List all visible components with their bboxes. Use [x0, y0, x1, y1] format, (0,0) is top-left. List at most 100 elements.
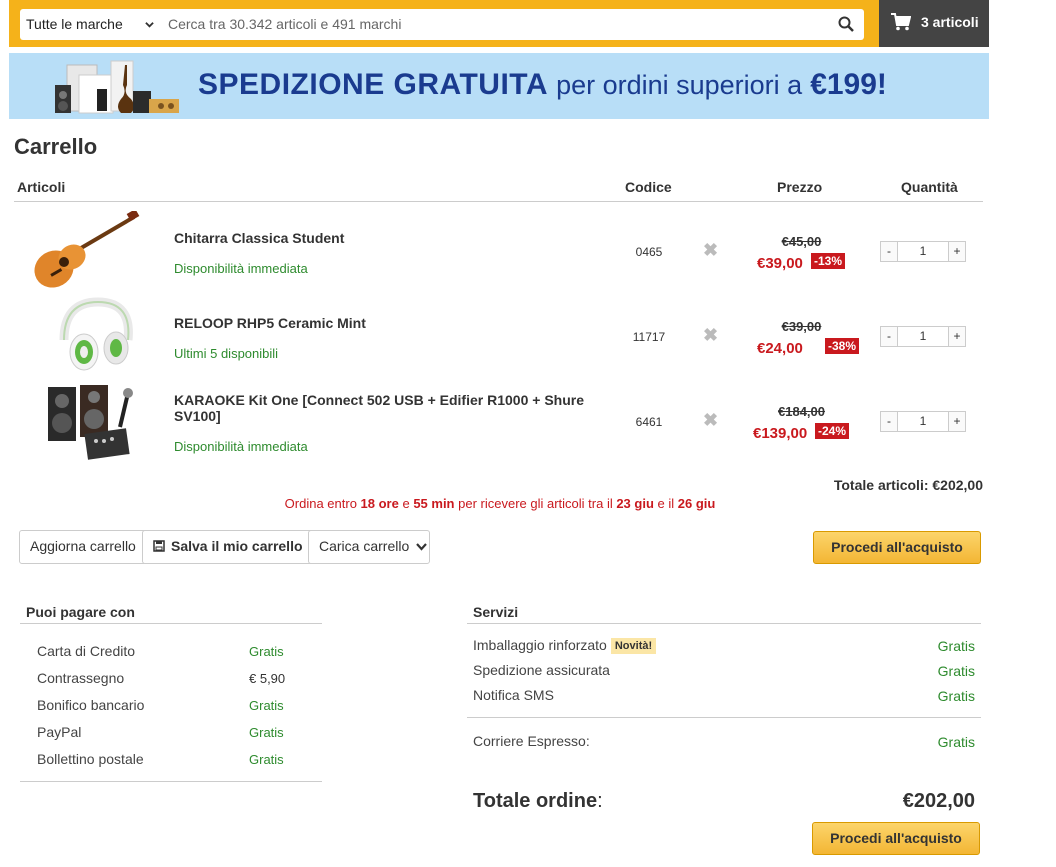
cart-count-label: 3 articoli [921, 14, 979, 30]
courier-label: Corriere Espresso: [473, 733, 590, 749]
product-availability: Disponibilità immediata [174, 261, 308, 276]
quantity-decrease-button[interactable]: - [881, 242, 898, 261]
payment-method-cost: Gratis [249, 698, 284, 713]
cart-row: Chitarra Classica Student Disponibilità … [14, 211, 983, 296]
service-label: Notifica SMS [473, 687, 554, 703]
delivery-text: Ordina entro [284, 496, 361, 511]
banner-middle-text: per ordini superiori a [556, 70, 803, 100]
delivery-text: e il [653, 496, 678, 511]
delivery-estimate: Ordina entro 18 ore e 55 min per ricever… [0, 496, 1000, 511]
product-code: 11717 [632, 330, 666, 344]
load-cart-label: Carica carrello [319, 538, 410, 554]
search-icon[interactable] [838, 16, 854, 32]
old-price: €39,00 [781, 319, 822, 334]
services-divider [467, 623, 981, 624]
payments-divider [20, 623, 322, 624]
order-total-colon: : [597, 790, 603, 812]
search-placeholder: Cerca tra 30.342 articoli e 491 marchi [168, 16, 402, 32]
update-cart-button[interactable]: Aggiorna carrello [19, 530, 147, 564]
discount-badge: -13% [811, 253, 846, 269]
order-total-text: Totale ordine [473, 790, 598, 812]
payment-method-label: Carta di Credito [37, 643, 136, 659]
quantity-increase-button[interactable]: + [948, 327, 965, 346]
service-cost: Gratis [937, 663, 975, 679]
brand-select[interactable]: Tutte le marche [20, 9, 160, 40]
remove-item-icon[interactable]: ✖ [703, 240, 718, 261]
product-availability: Ultimi 5 disponibili [174, 346, 279, 361]
update-cart-label: Aggiorna carrello [30, 538, 136, 554]
payment-method-cost: Gratis [249, 725, 284, 740]
search-input[interactable]: Cerca tra 30.342 articoli e 491 marchi [160, 9, 864, 40]
discount-badge: -24% [815, 423, 850, 439]
order-total-value: €202,00 [902, 790, 975, 812]
new-badge: Novità! [610, 638, 657, 655]
quantity-input[interactable]: 1 [899, 242, 947, 261]
current-price: €139,00 [753, 425, 808, 442]
remove-item-icon[interactable]: ✖ [703, 410, 718, 431]
top-search-bar: Tutte le marche Cerca tra 30.342 articol… [9, 0, 989, 47]
delivery-text: e [398, 496, 414, 511]
product-name[interactable]: RELOOP RHP5 Ceramic Mint [174, 315, 604, 331]
save-cart-label: Salva il mio carrello [171, 538, 303, 554]
delivery-text: per ricevere gli articoli tra il [454, 496, 617, 511]
current-price: €24,00 [757, 340, 803, 357]
headphones-product-image[interactable] [28, 296, 140, 376]
column-header-price: Prezzo [777, 179, 823, 195]
payment-method-label: Contrassegno [37, 670, 125, 686]
quantity-decrease-button[interactable]: - [881, 327, 898, 346]
guitar-product-image[interactable] [28, 211, 140, 293]
chevron-down-icon [145, 22, 154, 28]
products-illustration [55, 60, 179, 114]
banner-text: SPEDIZIONE GRATUITA per ordini superiori … [198, 68, 887, 102]
banner-bold-text: SPEDIZIONE GRATUITA [198, 68, 549, 101]
service-label: Spedizione assicurata [473, 662, 610, 678]
quantity-stepper: - 1 + [880, 241, 966, 262]
karaoke-kit-product-image[interactable] [28, 381, 140, 461]
delivery-hours: 18 ore [360, 496, 399, 511]
load-cart-dropdown[interactable]: Carica carrello [308, 530, 430, 564]
service-item: Imballaggio rinforzato Novità! [473, 637, 657, 655]
save-icon [153, 540, 165, 552]
services-title: Servizi [473, 604, 519, 620]
payment-method-cost: Gratis [249, 752, 284, 767]
remove-item-icon[interactable]: ✖ [703, 325, 718, 346]
cart-button[interactable]: 3 articoli [879, 0, 989, 47]
delivery-date-to: 26 giu [677, 496, 716, 511]
current-price: €39,00 [757, 255, 803, 272]
delivery-minutes: 55 min [413, 496, 455, 511]
old-price: €184,00 [778, 404, 825, 419]
cart-icon [891, 13, 911, 31]
checkout-button-bottom[interactable]: Procedi all'acquisto [812, 822, 980, 855]
save-cart-button[interactable]: Salva il mio carrello [142, 530, 314, 564]
product-name[interactable]: KARAOKE Kit One [Connect 502 USB + Edifi… [174, 392, 604, 424]
quantity-input[interactable]: 1 [899, 327, 947, 346]
column-header-items: Articoli [17, 179, 66, 195]
payment-method-label: PayPal [37, 724, 82, 740]
payment-method-label: Bonifico bancario [37, 697, 145, 713]
table-header-divider [14, 201, 983, 202]
product-availability: Disponibilità immediata [174, 439, 308, 454]
cart-row: RELOOP RHP5 Ceramic Mint Ultimi 5 dispon… [14, 296, 983, 381]
checkout-button-top[interactable]: Procedi all'acquisto [813, 531, 981, 564]
product-name[interactable]: Chitarra Classica Student [174, 230, 604, 246]
chevron-down-icon [416, 543, 427, 551]
free-shipping-banner[interactable]: SPEDIZIONE GRATUITA per ordini superiori … [9, 53, 989, 119]
quantity-stepper: - 1 + [880, 411, 966, 432]
page-title: Carrello [14, 134, 98, 159]
quantity-decrease-button[interactable]: - [881, 412, 898, 431]
service-cost: Gratis [937, 638, 975, 654]
product-code: 6461 [635, 415, 663, 429]
banner-amount: €199! [810, 68, 887, 101]
service-cost: Gratis [937, 688, 975, 704]
brand-select-value: Tutte le marche [26, 16, 123, 32]
items-total: Totale articoli: €202,00 [833, 477, 983, 493]
courier-cost: Gratis [937, 734, 975, 750]
quantity-increase-button[interactable]: + [948, 242, 965, 261]
discount-badge: -38% [825, 338, 860, 354]
payment-method-cost: € 5,90 [249, 671, 286, 686]
quantity-increase-button[interactable]: + [948, 412, 965, 431]
column-header-code: Codice [625, 179, 672, 195]
payments-bottom-divider [20, 781, 322, 782]
quantity-input[interactable]: 1 [899, 412, 947, 431]
payment-method-label: Bollettino postale [37, 751, 144, 767]
